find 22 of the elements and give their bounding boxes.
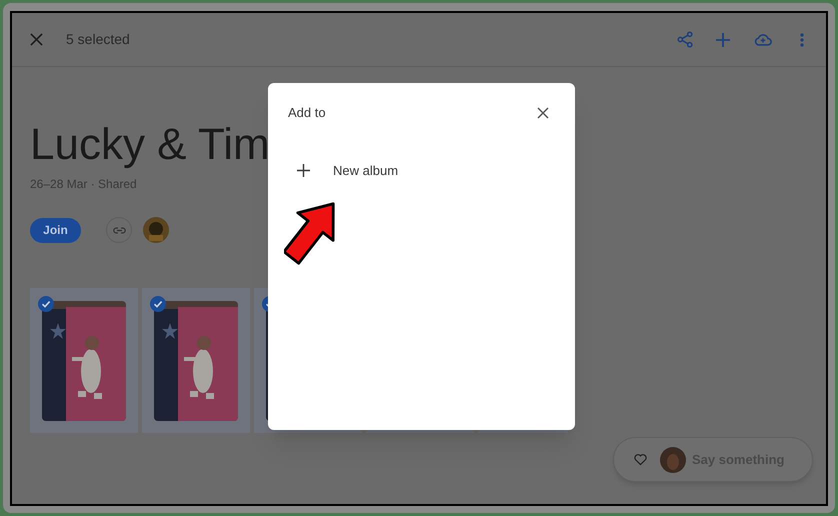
cloud-upload-icon[interactable]: [754, 33, 772, 46]
dialog-title: Add to: [288, 104, 326, 122]
link-button[interactable]: [106, 217, 132, 243]
check-icon[interactable]: [150, 296, 166, 312]
link-icon: [112, 226, 126, 234]
add-icon: [297, 164, 310, 177]
heart-icon[interactable]: [634, 452, 647, 467]
photo-tile[interactable]: [30, 288, 138, 433]
share-icon[interactable]: [677, 31, 694, 48]
add-icon[interactable]: [716, 32, 730, 46]
photo-tile[interactable]: [142, 288, 250, 433]
close-icon[interactable]: [30, 33, 43, 46]
avatar-icon: [660, 446, 686, 472]
selection-count: 5 selected: [66, 30, 130, 49]
new-album-item[interactable]: New album: [268, 152, 575, 188]
close-icon[interactable]: [537, 106, 549, 119]
join-button[interactable]: Join: [30, 218, 81, 242]
more-icon[interactable]: [800, 32, 804, 46]
item-label: New album: [333, 162, 398, 180]
avatar-icon: [143, 217, 169, 243]
album-title: Lucky & Tim: [30, 119, 270, 171]
check-icon[interactable]: [38, 296, 54, 312]
